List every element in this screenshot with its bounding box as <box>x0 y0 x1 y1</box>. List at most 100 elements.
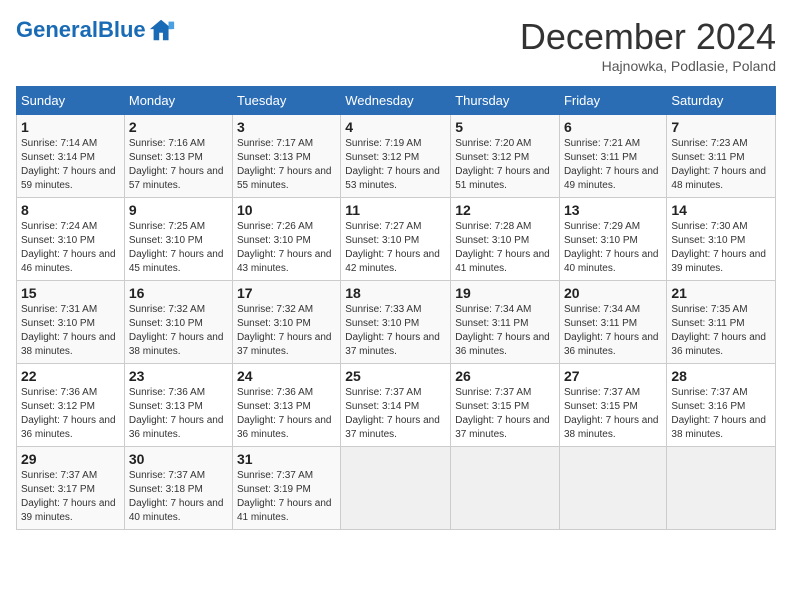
day-number: 29 <box>21 451 120 467</box>
day-number: 20 <box>564 285 662 301</box>
day-info: Sunrise: 7:25 AMSunset: 3:10 PMDaylight:… <box>129 221 224 274</box>
day-info: Sunrise: 7:28 AMSunset: 3:10 PMDaylight:… <box>455 221 550 274</box>
day-number: 21 <box>671 285 771 301</box>
day-info: Sunrise: 7:37 AMSunset: 3:14 PMDaylight:… <box>345 387 440 440</box>
day-number: 23 <box>129 368 228 384</box>
calendar-cell: 9 Sunrise: 7:25 AMSunset: 3:10 PMDayligh… <box>124 198 232 281</box>
calendar-cell: 25 Sunrise: 7:37 AMSunset: 3:14 PMDaylig… <box>341 364 451 447</box>
day-info: Sunrise: 7:37 AMSunset: 3:16 PMDaylight:… <box>671 387 766 440</box>
calendar-week-row: 1 Sunrise: 7:14 AMSunset: 3:14 PMDayligh… <box>17 115 776 198</box>
day-number: 15 <box>21 285 120 301</box>
day-info: Sunrise: 7:26 AMSunset: 3:10 PMDaylight:… <box>237 221 332 274</box>
calendar-cell <box>559 447 666 530</box>
calendar-cell: 30 Sunrise: 7:37 AMSunset: 3:18 PMDaylig… <box>124 447 232 530</box>
day-number: 13 <box>564 202 662 218</box>
day-number: 24 <box>237 368 336 384</box>
calendar-cell: 14 Sunrise: 7:30 AMSunset: 3:10 PMDaylig… <box>667 198 776 281</box>
day-info: Sunrise: 7:27 AMSunset: 3:10 PMDaylight:… <box>345 221 440 274</box>
calendar-cell <box>667 447 776 530</box>
calendar-cell: 20 Sunrise: 7:34 AMSunset: 3:11 PMDaylig… <box>559 281 666 364</box>
calendar-cell: 7 Sunrise: 7:23 AMSunset: 3:11 PMDayligh… <box>667 115 776 198</box>
day-number: 12 <box>455 202 555 218</box>
calendar-cell: 13 Sunrise: 7:29 AMSunset: 3:10 PMDaylig… <box>559 198 666 281</box>
calendar-cell: 23 Sunrise: 7:36 AMSunset: 3:13 PMDaylig… <box>124 364 232 447</box>
logo: GeneralBlue <box>16 16 176 44</box>
day-info: Sunrise: 7:34 AMSunset: 3:11 PMDaylight:… <box>564 304 659 357</box>
day-info: Sunrise: 7:20 AMSunset: 3:12 PMDaylight:… <box>455 138 550 191</box>
day-number: 10 <box>237 202 336 218</box>
calendar-cell: 24 Sunrise: 7:36 AMSunset: 3:13 PMDaylig… <box>232 364 340 447</box>
calendar-cell: 29 Sunrise: 7:37 AMSunset: 3:17 PMDaylig… <box>17 447 125 530</box>
day-info: Sunrise: 7:16 AMSunset: 3:13 PMDaylight:… <box>129 138 224 191</box>
weekday-header: Thursday <box>451 87 560 115</box>
title-block: December 2024 Hajnowka, Podlasie, Poland <box>520 16 776 74</box>
calendar-week-row: 15 Sunrise: 7:31 AMSunset: 3:10 PMDaylig… <box>17 281 776 364</box>
day-info: Sunrise: 7:29 AMSunset: 3:10 PMDaylight:… <box>564 221 659 274</box>
calendar-cell: 5 Sunrise: 7:20 AMSunset: 3:12 PMDayligh… <box>451 115 560 198</box>
day-info: Sunrise: 7:23 AMSunset: 3:11 PMDaylight:… <box>671 138 766 191</box>
calendar-table: SundayMondayTuesdayWednesdayThursdayFrid… <box>16 86 776 530</box>
logo-text: GeneralBlue <box>16 19 146 41</box>
calendar-cell: 31 Sunrise: 7:37 AMSunset: 3:19 PMDaylig… <box>232 447 340 530</box>
location-subtitle: Hajnowka, Podlasie, Poland <box>520 58 776 74</box>
day-info: Sunrise: 7:36 AMSunset: 3:13 PMDaylight:… <box>129 387 224 440</box>
day-number: 11 <box>345 202 446 218</box>
calendar-cell <box>451 447 560 530</box>
day-info: Sunrise: 7:32 AMSunset: 3:10 PMDaylight:… <box>237 304 332 357</box>
day-number: 1 <box>21 119 120 135</box>
calendar-cell: 11 Sunrise: 7:27 AMSunset: 3:10 PMDaylig… <box>341 198 451 281</box>
calendar-cell: 8 Sunrise: 7:24 AMSunset: 3:10 PMDayligh… <box>17 198 125 281</box>
day-number: 5 <box>455 119 555 135</box>
calendar-cell: 26 Sunrise: 7:37 AMSunset: 3:15 PMDaylig… <box>451 364 560 447</box>
weekday-header: Wednesday <box>341 87 451 115</box>
calendar-cell: 2 Sunrise: 7:16 AMSunset: 3:13 PMDayligh… <box>124 115 232 198</box>
calendar-cell: 12 Sunrise: 7:28 AMSunset: 3:10 PMDaylig… <box>451 198 560 281</box>
weekday-header: Friday <box>559 87 666 115</box>
day-info: Sunrise: 7:37 AMSunset: 3:19 PMDaylight:… <box>237 470 332 523</box>
day-number: 27 <box>564 368 662 384</box>
weekday-header: Tuesday <box>232 87 340 115</box>
day-number: 30 <box>129 451 228 467</box>
day-info: Sunrise: 7:35 AMSunset: 3:11 PMDaylight:… <box>671 304 766 357</box>
day-info: Sunrise: 7:21 AMSunset: 3:11 PMDaylight:… <box>564 138 659 191</box>
day-number: 9 <box>129 202 228 218</box>
calendar-week-row: 29 Sunrise: 7:37 AMSunset: 3:17 PMDaylig… <box>17 447 776 530</box>
calendar-cell <box>341 447 451 530</box>
day-number: 28 <box>671 368 771 384</box>
day-number: 19 <box>455 285 555 301</box>
day-number: 14 <box>671 202 771 218</box>
calendar-cell: 17 Sunrise: 7:32 AMSunset: 3:10 PMDaylig… <box>232 281 340 364</box>
calendar-week-row: 8 Sunrise: 7:24 AMSunset: 3:10 PMDayligh… <box>17 198 776 281</box>
day-number: 2 <box>129 119 228 135</box>
calendar-week-row: 22 Sunrise: 7:36 AMSunset: 3:12 PMDaylig… <box>17 364 776 447</box>
weekday-header: Sunday <box>17 87 125 115</box>
weekday-header: Saturday <box>667 87 776 115</box>
day-info: Sunrise: 7:30 AMSunset: 3:10 PMDaylight:… <box>671 221 766 274</box>
day-number: 8 <box>21 202 120 218</box>
calendar-cell: 28 Sunrise: 7:37 AMSunset: 3:16 PMDaylig… <box>667 364 776 447</box>
day-info: Sunrise: 7:17 AMSunset: 3:13 PMDaylight:… <box>237 138 332 191</box>
weekday-header: Monday <box>124 87 232 115</box>
day-info: Sunrise: 7:37 AMSunset: 3:15 PMDaylight:… <box>564 387 659 440</box>
day-info: Sunrise: 7:37 AMSunset: 3:17 PMDaylight:… <box>21 470 116 523</box>
day-info: Sunrise: 7:32 AMSunset: 3:10 PMDaylight:… <box>129 304 224 357</box>
day-number: 17 <box>237 285 336 301</box>
calendar-cell: 27 Sunrise: 7:37 AMSunset: 3:15 PMDaylig… <box>559 364 666 447</box>
day-number: 26 <box>455 368 555 384</box>
logo-icon <box>148 16 176 44</box>
day-info: Sunrise: 7:36 AMSunset: 3:12 PMDaylight:… <box>21 387 116 440</box>
calendar-body: 1 Sunrise: 7:14 AMSunset: 3:14 PMDayligh… <box>17 115 776 530</box>
day-info: Sunrise: 7:34 AMSunset: 3:11 PMDaylight:… <box>455 304 550 357</box>
day-number: 31 <box>237 451 336 467</box>
day-number: 3 <box>237 119 336 135</box>
calendar-cell: 22 Sunrise: 7:36 AMSunset: 3:12 PMDaylig… <box>17 364 125 447</box>
calendar-cell: 4 Sunrise: 7:19 AMSunset: 3:12 PMDayligh… <box>341 115 451 198</box>
calendar-cell: 19 Sunrise: 7:34 AMSunset: 3:11 PMDaylig… <box>451 281 560 364</box>
calendar-cell: 15 Sunrise: 7:31 AMSunset: 3:10 PMDaylig… <box>17 281 125 364</box>
day-number: 7 <box>671 119 771 135</box>
day-info: Sunrise: 7:19 AMSunset: 3:12 PMDaylight:… <box>345 138 440 191</box>
day-number: 4 <box>345 119 446 135</box>
day-number: 16 <box>129 285 228 301</box>
day-info: Sunrise: 7:36 AMSunset: 3:13 PMDaylight:… <box>237 387 332 440</box>
day-info: Sunrise: 7:33 AMSunset: 3:10 PMDaylight:… <box>345 304 440 357</box>
